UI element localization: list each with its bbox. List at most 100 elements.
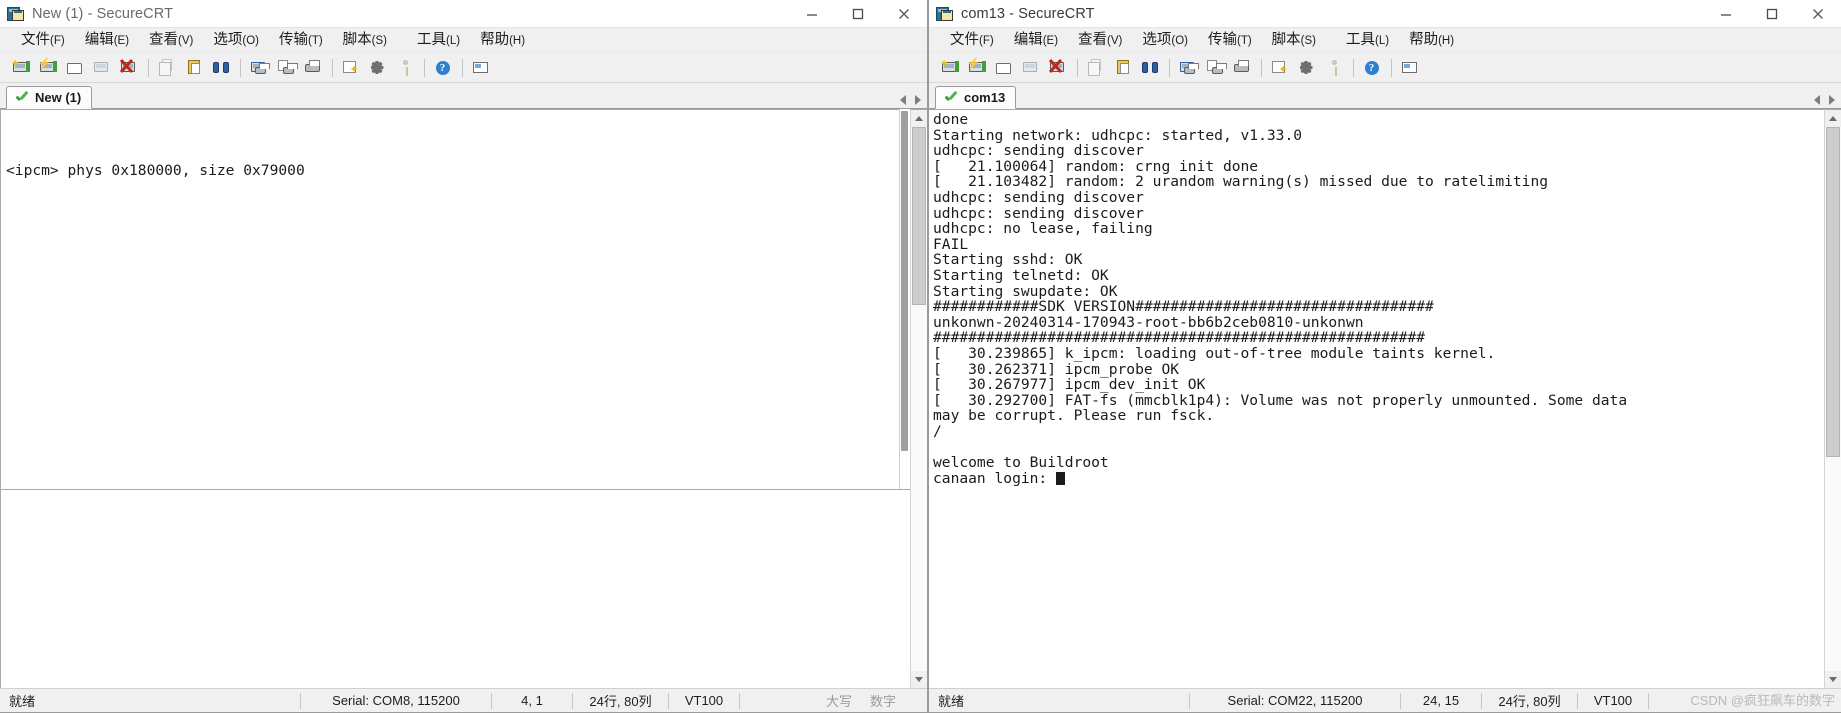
scrollbar-thumb[interactable] — [912, 127, 926, 305]
scroll-track[interactable] — [911, 127, 927, 671]
menu-options[interactable]: 选项(O) — [1132, 29, 1198, 52]
menu-transfer-label: 传输 — [1207, 31, 1237, 48]
paste-button[interactable] — [1110, 55, 1135, 80]
left-vertical-scrollbar[interactable] — [910, 109, 927, 688]
menu-transfer[interactable]: 传输(T) — [1198, 29, 1262, 52]
menu-edit[interactable]: 编辑(E) — [1004, 29, 1068, 52]
left-terminal-output[interactable]: <ipcm> phys 0x180000, size 0x79000 — [0, 109, 899, 489]
tab-scroll-left-icon[interactable] — [1814, 95, 1820, 105]
menu-options[interactable]: 选项(O) — [203, 29, 269, 52]
connect-session-icon: ⚡ — [38, 59, 57, 76]
menu-file[interactable]: 文件(F) — [11, 29, 75, 52]
left-window-title: New (1) - SecureCRT — [32, 5, 174, 22]
maximize-button[interactable] — [835, 0, 881, 28]
session-options-icon: ✦ — [1271, 59, 1289, 76]
log-session-icon — [277, 59, 298, 76]
disconnect-button[interactable] — [1045, 55, 1070, 80]
view-image-button[interactable] — [1397, 55, 1422, 80]
menu-script-mnemonic: (S) — [1300, 34, 1317, 47]
scroll-up-arrow[interactable] — [911, 110, 927, 127]
menu-script-label: 脚本 — [1271, 31, 1301, 48]
scrollbar-thumb[interactable] — [901, 111, 908, 451]
help-button[interactable]: ? — [1359, 55, 1384, 80]
right-titlebar[interactable]: com13 - SecureCRT — [929, 0, 1841, 28]
left-titlebar[interactable]: New (1) - SecureCRT — [0, 0, 927, 28]
menu-tools[interactable]: 工具(L) — [407, 29, 470, 52]
quick-connect-button[interactable] — [62, 55, 87, 80]
view-image-button[interactable] — [468, 55, 493, 80]
reconnect-button[interactable] — [89, 55, 114, 80]
menu-view[interactable]: 查看(V) — [139, 29, 203, 52]
paste-icon — [185, 59, 203, 76]
tab-new-1[interactable]: New (1) — [6, 86, 93, 109]
print-button[interactable] — [1229, 55, 1254, 80]
menu-file[interactable]: 文件(F) — [940, 29, 1004, 52]
menu-edit[interactable]: 编辑(E) — [75, 29, 139, 52]
copy-icon — [158, 59, 176, 76]
scroll-down-arrow[interactable] — [911, 671, 927, 688]
right-terminal-output[interactable]: done Starting network: udhcpc: started, v… — [929, 109, 1824, 688]
scroll-track[interactable] — [1825, 127, 1841, 671]
global-options-button[interactable] — [365, 55, 390, 80]
tab-scroll-right-icon[interactable] — [1829, 95, 1835, 105]
help-button[interactable]: ? — [430, 55, 455, 80]
securecrt-app-icon — [936, 5, 954, 22]
right-menubar: 文件(F) 编辑(E) 查看(V) 选项(O) 传输(T) 脚本(S) 工具(L… — [929, 28, 1841, 53]
menu-options-label: 选项 — [1142, 31, 1172, 48]
print-screen-button[interactable] — [246, 55, 271, 80]
left-terminal-column: <ipcm> phys 0x180000, size 0x79000 — [0, 109, 910, 688]
minimize-button[interactable] — [1703, 0, 1749, 28]
connect-session-button[interactable]: ⚡ — [964, 55, 989, 80]
key-manager-button[interactable] — [1321, 55, 1346, 80]
scroll-down-arrow[interactable] — [1825, 671, 1841, 688]
menu-script[interactable]: 脚本(S) — [1262, 29, 1326, 52]
new-session-button[interactable]: ✦ — [8, 55, 33, 80]
menu-help[interactable]: 帮助(H) — [1399, 29, 1464, 52]
status-cursor-position: 4, 1 — [521, 693, 543, 708]
close-button[interactable] — [881, 0, 927, 28]
menu-transfer-label: 传输 — [278, 31, 308, 48]
session-options-button[interactable]: ✦ — [338, 55, 363, 80]
status-ready: 就绪 — [9, 694, 36, 709]
tab-scroll-left-icon[interactable] — [900, 95, 906, 105]
maximize-button[interactable] — [1749, 0, 1795, 28]
tab-com13[interactable]: com13 — [935, 86, 1017, 109]
minimize-button[interactable] — [789, 0, 835, 28]
scroll-up-arrow[interactable] — [1825, 110, 1841, 127]
menu-help[interactable]: 帮助(H) — [470, 29, 535, 52]
left-tab-nav — [900, 95, 921, 105]
log-session-button[interactable] — [1202, 55, 1227, 80]
right-window-body: done Starting network: udhcpc: started, v… — [929, 109, 1841, 688]
connect-session-button[interactable]: ⚡ — [35, 55, 60, 80]
session-options-button[interactable]: ✦ — [1267, 55, 1292, 80]
log-session-button[interactable] — [273, 55, 298, 80]
quick-connect-icon — [995, 59, 1013, 76]
quick-connect-button[interactable] — [991, 55, 1016, 80]
print-screen-button[interactable] — [1175, 55, 1200, 80]
menu-tools[interactable]: 工具(L) — [1336, 29, 1399, 52]
new-session-icon: ✦ — [11, 59, 30, 76]
key-manager-button[interactable] — [392, 55, 417, 80]
menu-transfer[interactable]: 传输(T) — [269, 29, 333, 52]
new-session-button[interactable]: ✦ — [937, 55, 962, 80]
print-button[interactable] — [300, 55, 325, 80]
find-button[interactable] — [208, 55, 233, 80]
left-tabstrip: New (1) — [0, 83, 927, 109]
terminal-line: ############SDK VERSION#################… — [933, 298, 1434, 316]
menu-view[interactable]: 查看(V) — [1068, 29, 1132, 52]
paste-button[interactable] — [181, 55, 206, 80]
scrollbar-thumb[interactable] — [1826, 127, 1840, 457]
copy-button[interactable] — [1083, 55, 1108, 80]
reconnect-button[interactable] — [1018, 55, 1043, 80]
terminal-line: udhcpc: no lease, failing — [933, 220, 1153, 238]
menu-script[interactable]: 脚本(S) — [333, 29, 397, 52]
global-options-button[interactable] — [1294, 55, 1319, 80]
view-image-icon — [472, 59, 490, 76]
disconnect-button[interactable] — [116, 55, 141, 80]
copy-button[interactable] — [154, 55, 179, 80]
left-terminal-inner-scrollbar[interactable] — [899, 109, 910, 489]
close-button[interactable] — [1795, 0, 1841, 28]
tab-scroll-right-icon[interactable] — [915, 95, 921, 105]
find-button[interactable] — [1137, 55, 1162, 80]
right-vertical-scrollbar[interactable] — [1824, 109, 1841, 688]
